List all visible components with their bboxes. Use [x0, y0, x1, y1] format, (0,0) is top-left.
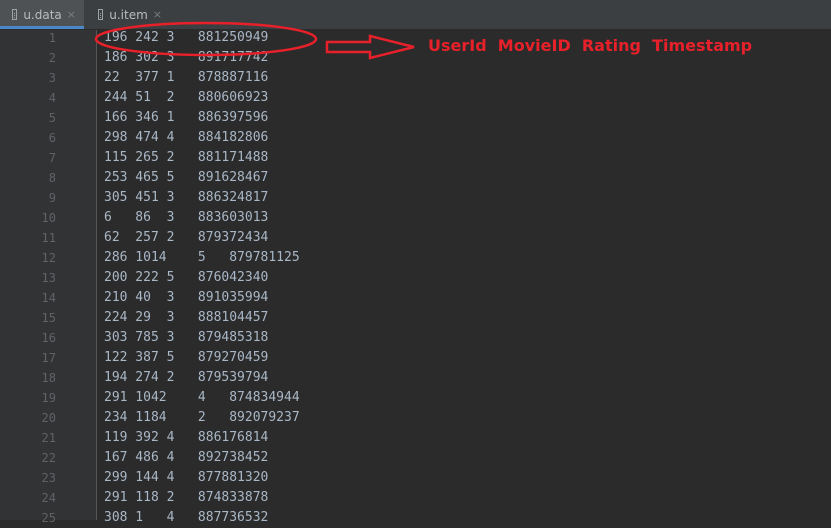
line-number: 22	[41, 451, 56, 465]
code-line[interactable]: 286 1014 5 879781125	[104, 248, 300, 268]
code-line[interactable]: 166 346 1 886397596	[104, 108, 268, 128]
code-line[interactable]: 194 274 2 879539794	[104, 368, 268, 388]
close-icon[interactable]: ×	[67, 8, 76, 21]
line-number: 14	[41, 291, 56, 305]
code-line[interactable]: 22 377 1 878887116	[104, 68, 268, 88]
line-number: 11	[41, 231, 56, 245]
line-number: 10	[41, 211, 56, 225]
code-line[interactable]: 308 1 4 887736532	[104, 508, 268, 528]
code-line[interactable]: 196 242 3 881250949	[104, 28, 268, 48]
line-number: 23	[41, 471, 56, 485]
annotation-label: UserId MovieID Rating Timestamp	[428, 36, 753, 55]
line-number: 1	[48, 31, 56, 45]
line-number: 7	[48, 151, 56, 165]
tab-u-data[interactable]: u.data ×	[0, 0, 84, 29]
code-line[interactable]: 244 51 2 880606923	[104, 88, 268, 108]
line-number: 2	[48, 51, 56, 65]
line-number: 9	[48, 191, 56, 205]
line-number: 20	[41, 411, 56, 425]
line-number: 8	[48, 171, 56, 185]
line-number: 6	[48, 131, 56, 145]
tab-label: u.item	[109, 7, 148, 22]
line-number: 13	[41, 271, 56, 285]
line-number: 4	[48, 91, 56, 105]
code-line[interactable]: 115 265 2 881171488	[104, 148, 268, 168]
line-number-gutter: 1 2 3 4 5 6 7 8 9 10 11 12 13 14 15 16 17 18 19 20 21 22 23 24 2…	[0, 30, 97, 525]
tab-label: u.data	[23, 7, 62, 22]
code-line[interactable]: 6 86 3 883603013	[104, 208, 268, 228]
code-line[interactable]: 62 257 2 879372434	[104, 228, 268, 248]
code-line[interactable]: 298 474 4 884182806	[104, 128, 268, 148]
line-number: 25	[41, 511, 56, 525]
code-line[interactable]: 291 118 2 874833878	[104, 488, 268, 508]
line-number: 17	[41, 351, 56, 365]
line-number: 24	[41, 491, 56, 505]
code-line[interactable]: 291 1042 4 874834944	[104, 388, 300, 408]
code-line[interactable]: 299 144 4 877881320	[104, 468, 268, 488]
code-line[interactable]: 167 486 4 892738452	[104, 448, 268, 468]
code-line[interactable]: 122 387 5 879270459	[104, 348, 268, 368]
line-number: 12	[41, 251, 56, 265]
arrow-icon	[325, 34, 415, 60]
code-line[interactable]: 210 40 3 891035994	[104, 288, 268, 308]
editor-tab-bar: u.data × u.item ×	[0, 0, 831, 30]
line-number: 5	[48, 111, 56, 125]
line-number: 21	[41, 431, 56, 445]
code-line[interactable]: 224 29 3 888104457	[104, 308, 268, 328]
code-line[interactable]: 119 392 4 886176814	[104, 428, 268, 448]
code-line[interactable]: 234 1184 2 892079237	[104, 408, 300, 428]
line-number: 19	[41, 391, 56, 405]
code-line[interactable]: 253 465 5 891628467	[104, 168, 268, 188]
line-number: 15	[41, 311, 56, 325]
code-line[interactable]: 305 451 3 886324817	[104, 188, 268, 208]
code-line[interactable]: 186 302 3 891717742	[104, 48, 268, 68]
code-line[interactable]: 303 785 3 879485318	[104, 328, 268, 348]
file-icon	[98, 9, 104, 20]
tab-u-item[interactable]: u.item ×	[86, 0, 170, 29]
line-number: 18	[41, 371, 56, 385]
line-number: 16	[41, 331, 56, 345]
line-number: 3	[48, 71, 56, 85]
close-icon[interactable]: ×	[153, 8, 162, 21]
file-icon	[12, 9, 18, 20]
code-line[interactable]: 200 222 5 876042340	[104, 268, 268, 288]
